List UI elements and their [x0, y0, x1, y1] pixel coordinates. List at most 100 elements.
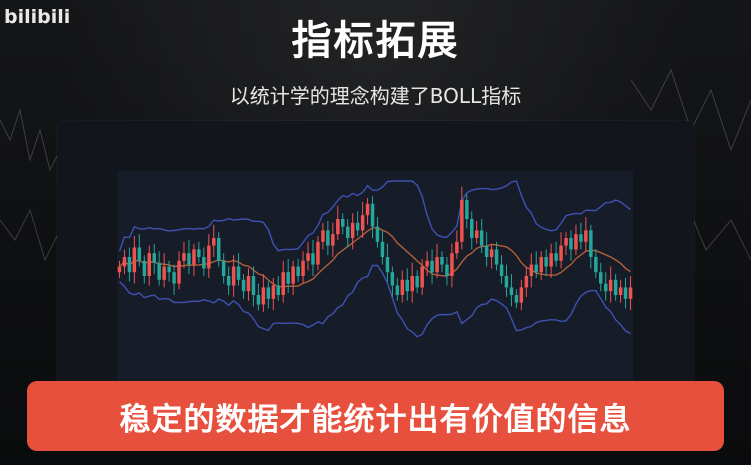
candle-body — [504, 276, 509, 288]
candle-body — [197, 249, 201, 257]
candle-body — [519, 287, 524, 303]
candle-body — [336, 219, 340, 235]
candle-body — [132, 247, 137, 273]
candle-body — [494, 249, 499, 265]
candle-body — [594, 257, 598, 273]
candle-body — [539, 257, 543, 273]
candle-body — [435, 257, 439, 273]
candle-body — [311, 253, 315, 265]
candle-body — [271, 285, 276, 299]
candle-body — [142, 260, 147, 276]
candle-body — [256, 295, 261, 305]
candle-body — [574, 234, 578, 250]
candle-body — [425, 260, 429, 267]
candle-body — [420, 266, 424, 288]
candle-body — [370, 203, 375, 227]
candle-body — [440, 257, 444, 265]
candle-body — [266, 287, 271, 299]
candle-body — [400, 279, 405, 295]
candle-body — [589, 230, 593, 257]
page-title: 指标拓展 — [291, 18, 460, 64]
candle-body — [306, 253, 310, 261]
candle-body — [475, 230, 479, 238]
candle-body — [465, 200, 469, 219]
candle-body — [162, 266, 166, 280]
candle-body — [152, 253, 156, 263]
candle-body — [251, 276, 256, 295]
page-subtitle: 以统计学的理念构建了BOLL指标 — [229, 84, 522, 108]
candle-body — [380, 241, 385, 257]
candle-body — [360, 215, 365, 231]
candle-body — [281, 272, 285, 295]
candle-body — [212, 238, 216, 246]
candle-body — [276, 285, 280, 295]
candle-body — [405, 279, 409, 292]
boll-candlestick-chart — [117, 171, 633, 381]
candle-body — [326, 230, 330, 246]
candle-body — [415, 276, 419, 288]
candle-body — [172, 272, 176, 284]
candle-body — [524, 276, 529, 288]
candle-body — [177, 260, 181, 284]
candle-body — [241, 279, 246, 292]
candle-body — [202, 257, 206, 269]
candle-body — [385, 257, 390, 273]
candle-body — [157, 262, 161, 280]
candle-body — [375, 226, 380, 242]
candle-body — [554, 253, 558, 261]
candle-body — [226, 276, 231, 286]
candle-body — [261, 287, 266, 305]
candle-body — [599, 272, 603, 284]
candle-body — [579, 234, 583, 242]
candle-body — [147, 253, 151, 276]
candle-body — [236, 266, 241, 280]
candle-body — [221, 260, 226, 276]
candle-body — [618, 287, 623, 295]
candle-body — [549, 253, 553, 267]
candle-body — [569, 238, 573, 250]
candle-body — [623, 287, 628, 299]
candle-body — [410, 276, 414, 292]
chart-panel — [57, 121, 694, 401]
candle-body — [331, 234, 335, 246]
candle-body — [127, 257, 132, 273]
candle-body — [564, 238, 568, 246]
caption-banner: 稳定的数据才能统计出有价值的信息 — [27, 381, 724, 451]
candle-body — [544, 257, 548, 267]
candle-body — [499, 264, 504, 276]
candle-body — [445, 264, 449, 276]
candle-body — [489, 249, 494, 257]
candle-body — [321, 230, 325, 242]
candle-body — [117, 266, 122, 273]
candle-body — [628, 287, 633, 299]
candle-body — [460, 200, 464, 242]
candle-body — [137, 247, 142, 261]
candle-body — [167, 266, 171, 273]
candle-body — [192, 249, 196, 265]
candle-body — [291, 266, 295, 284]
candle-body — [346, 226, 350, 238]
candle-body — [207, 245, 211, 269]
candle-body — [316, 241, 320, 265]
candle-body — [341, 219, 345, 227]
candle-body — [584, 230, 588, 242]
candle-body — [529, 264, 534, 276]
candle-body — [559, 245, 563, 261]
candle-body — [296, 266, 300, 276]
candle-body — [187, 253, 191, 265]
candle-body — [534, 264, 538, 273]
candle-body — [365, 203, 370, 216]
candle-body — [479, 230, 484, 246]
candle-body — [509, 287, 514, 295]
candle-body — [286, 272, 290, 284]
candle-body — [395, 285, 400, 295]
candle-body — [182, 253, 186, 261]
candle-body — [450, 253, 454, 276]
candle-body — [301, 260, 305, 276]
candle-body — [355, 222, 360, 231]
candle-body — [246, 276, 251, 292]
candle-body — [455, 241, 459, 254]
candle-body — [484, 245, 489, 257]
candle-body — [231, 266, 236, 286]
candle-body — [608, 279, 613, 292]
